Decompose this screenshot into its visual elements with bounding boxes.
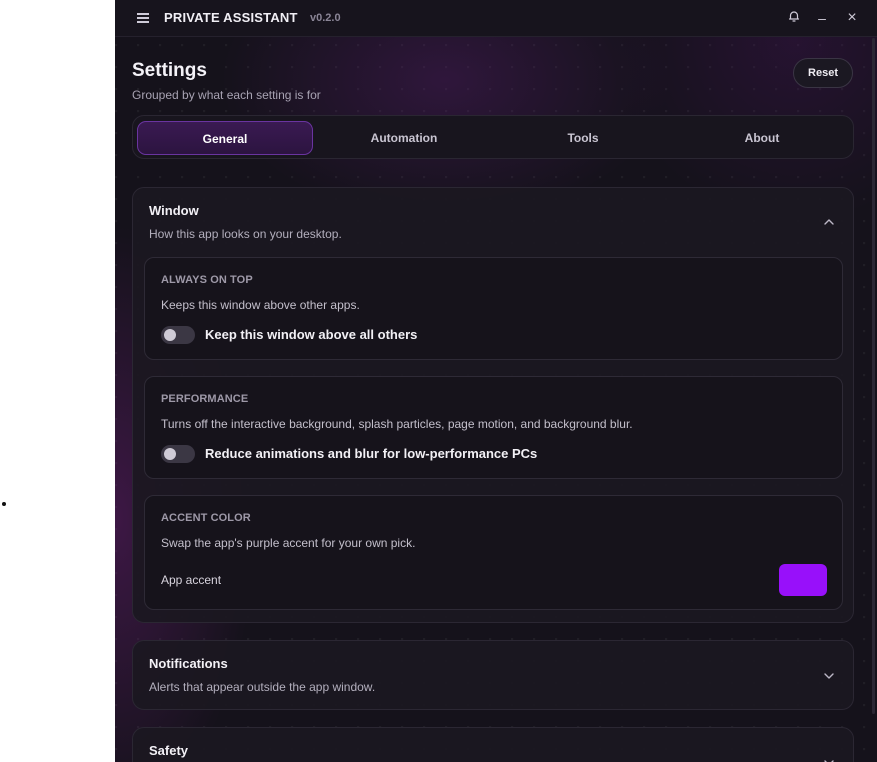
card-description: Keeps this window above other apps.: [161, 298, 360, 312]
app-version: v0.2.0: [310, 12, 341, 24]
page-subtitle: Grouped by what each setting is for: [132, 88, 321, 102]
always-on-top-toggle[interactable]: [161, 326, 195, 344]
chevron-down-icon[interactable]: [821, 755, 837, 762]
bell-icon[interactable]: [784, 8, 804, 28]
stray-dot: [2, 502, 6, 506]
tab-tools[interactable]: Tools: [495, 121, 671, 155]
accent-color-swatch[interactable]: [779, 564, 827, 596]
toggle-knob: [164, 329, 176, 341]
app-window: PRIVATE ASSISTANT v0.2.0 – × Settings Gr…: [115, 0, 877, 762]
reduce-animations-toggle[interactable]: [161, 445, 195, 463]
toggle-label[interactable]: Reduce animations and blur for low-perfo…: [205, 446, 537, 461]
title-bar: PRIVATE ASSISTANT v0.2.0 – ×: [115, 0, 877, 37]
minimize-icon[interactable]: –: [812, 8, 832, 28]
chevron-up-icon[interactable]: [821, 214, 837, 230]
scrollbar[interactable]: [872, 38, 875, 714]
tab-general[interactable]: General: [137, 121, 313, 155]
section-subtitle: How this app looks on your desktop.: [149, 227, 342, 241]
card-performance: PERFORMANCE Turns off the interactive ba…: [144, 376, 843, 479]
card-label: ACCENT COLOR: [161, 512, 251, 524]
chevron-down-icon[interactable]: [821, 668, 837, 684]
settings-tabs: General Automation Tools About: [132, 115, 854, 159]
menu-icon[interactable]: [137, 13, 149, 23]
section-title: Notifications: [149, 656, 228, 671]
section-title: Window: [149, 203, 199, 218]
section-subtitle: Alerts that appear outside the app windo…: [149, 680, 376, 694]
card-description: Turns off the interactive background, sp…: [161, 417, 633, 431]
card-always-on-top: ALWAYS ON TOP Keeps this window above ot…: [144, 257, 843, 360]
card-accent-color: ACCENT COLOR Swap the app's purple accen…: [144, 495, 843, 610]
card-description: Swap the app's purple accent for your ow…: [161, 536, 416, 550]
tab-automation[interactable]: Automation: [316, 121, 492, 155]
card-label: PERFORMANCE: [161, 393, 249, 405]
toggle-label[interactable]: Keep this window above all others: [205, 327, 417, 342]
section-safety[interactable]: Safety: [132, 727, 854, 762]
app-title: PRIVATE ASSISTANT: [164, 10, 298, 25]
card-label: ALWAYS ON TOP: [161, 274, 253, 286]
section-window: Window How this app looks on your deskto…: [132, 187, 854, 623]
page-title: Settings: [132, 60, 207, 81]
accent-field-label: App accent: [161, 573, 222, 587]
toggle-knob: [164, 448, 176, 460]
close-icon[interactable]: ×: [842, 8, 862, 28]
tab-about[interactable]: About: [674, 121, 850, 155]
reset-button[interactable]: Reset: [793, 58, 853, 88]
section-notifications[interactable]: Notifications Alerts that appear outside…: [132, 640, 854, 710]
section-title: Safety: [149, 743, 189, 758]
